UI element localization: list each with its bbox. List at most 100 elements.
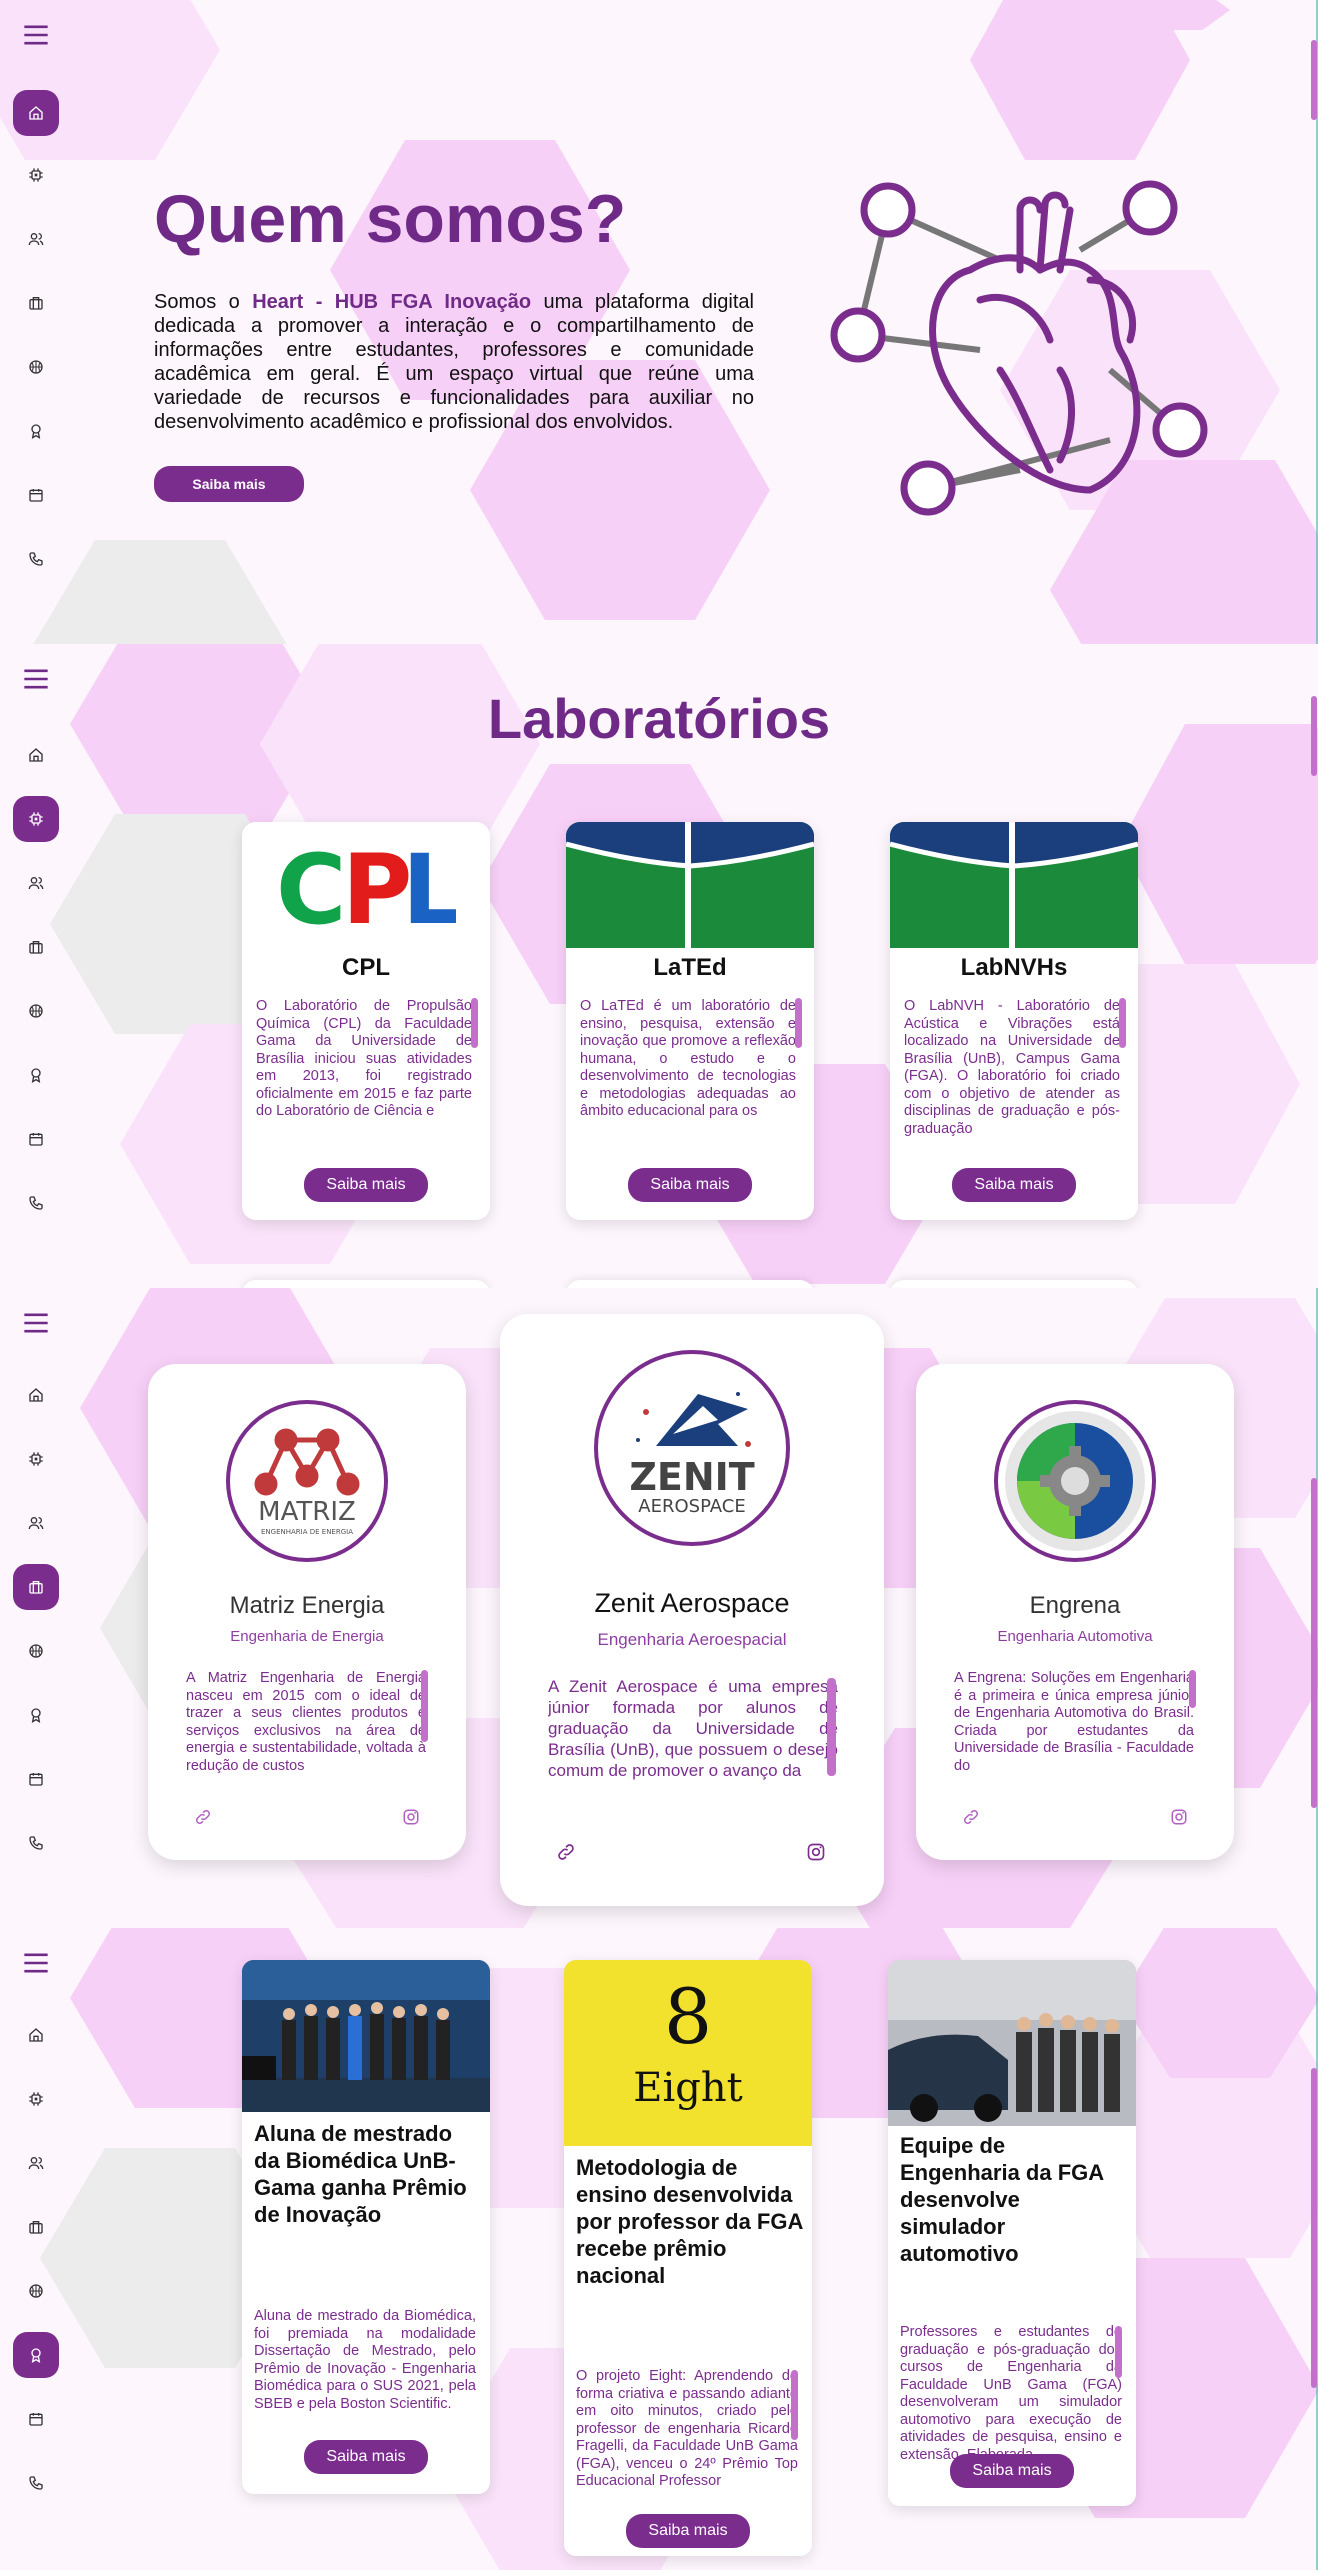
- company-description[interactable]: A Zenit Aerospace é uma empresa júnior f…: [548, 1676, 838, 1804]
- sidebar-item-sports[interactable]: [13, 1628, 59, 1674]
- text-scroll-thumb[interactable]: [421, 1670, 428, 1742]
- scrollbar[interactable]: [1310, 644, 1318, 1288]
- sidebar-item-awards[interactable]: [13, 408, 59, 454]
- lab-more-button[interactable]: Saiba mais: [952, 1168, 1076, 1202]
- sidebar-item-home[interactable]: [13, 90, 59, 136]
- menu-toggle-button[interactable]: [13, 1300, 59, 1346]
- company-description[interactable]: A Engrena: Soluções em Engenharia é a pr…: [954, 1670, 1194, 1774]
- basketball-icon: [28, 359, 44, 375]
- chip-icon: [28, 2091, 44, 2107]
- chip-icon: [28, 167, 44, 183]
- company-description[interactable]: A Matriz Engenharia de Energia nasceu em…: [186, 1670, 426, 1774]
- lab-description[interactable]: O LabNVH - Laboratório de Acústica e Vib…: [904, 998, 1120, 1138]
- text-scroll-thumb[interactable]: [471, 998, 478, 1048]
- menu-toggle-button[interactable]: [13, 1940, 59, 1986]
- eight-logo-word: Eight: [633, 2065, 743, 2111]
- sidebar-item-contact[interactable]: [13, 1180, 59, 1226]
- next-card-peek: [242, 1280, 490, 1288]
- news-more-button[interactable]: Saiba mais: [626, 2514, 750, 2548]
- text-scroll-thumb[interactable]: [1119, 998, 1126, 1048]
- unb-logo: [566, 822, 814, 948]
- sidebar-item-events[interactable]: [13, 2396, 59, 2442]
- sidebar-item-companies[interactable]: [13, 1564, 59, 1610]
- lab-description[interactable]: O LaTEd é um laboratório de ensino, pesq…: [580, 998, 796, 1138]
- sidebar-item-sports[interactable]: [13, 344, 59, 390]
- text-scroll-thumb[interactable]: [1189, 1670, 1196, 1708]
- news-description[interactable]: Professores e estudantes de graduação e …: [900, 2324, 1122, 2466]
- sidebar-item-events[interactable]: [13, 472, 59, 518]
- sidebar-item-sports[interactable]: [13, 2268, 59, 2314]
- text-scroll-thumb[interactable]: [1115, 2326, 1122, 2378]
- svg-text:C: C: [276, 835, 346, 935]
- phone-icon: [28, 1835, 44, 1851]
- sidebar-item-people[interactable]: [13, 216, 59, 262]
- chip-icon: [28, 1451, 44, 1467]
- page-title: Quem somos?: [154, 181, 627, 257]
- users-icon: [28, 1515, 44, 1531]
- calendar-icon: [28, 2411, 44, 2427]
- menu-toggle-button[interactable]: [13, 12, 59, 58]
- sidebar-item-contact[interactable]: [13, 536, 59, 582]
- company-name: Zenit Aerospace: [594, 1588, 790, 1618]
- text-scroll-thumb[interactable]: [795, 998, 802, 1048]
- award-icon: [28, 1067, 44, 1083]
- sidebar-item-people[interactable]: [13, 860, 59, 906]
- sidebar-item-home[interactable]: [13, 2012, 59, 2058]
- news-description[interactable]: O projeto Eight: Aprendendo de forma cri…: [576, 2368, 798, 2510]
- sidebar-item-companies[interactable]: [13, 2204, 59, 2250]
- link-icon[interactable]: [556, 1842, 576, 1862]
- news-more-button[interactable]: Saiba mais: [304, 2440, 428, 2474]
- instagram-icon[interactable]: [402, 1808, 420, 1826]
- text-scroll-thumb[interactable]: [791, 2370, 798, 2440]
- scroll-thumb[interactable]: [1311, 40, 1317, 120]
- scroll-thumb[interactable]: [1311, 696, 1317, 776]
- scrollbar[interactable]: [1310, 1288, 1318, 1928]
- sidebar-item-companies[interactable]: [13, 280, 59, 326]
- sidebar-item-sports[interactable]: [13, 988, 59, 1034]
- menu-toggle-button[interactable]: [13, 656, 59, 702]
- sidebar-item-events[interactable]: [13, 1756, 59, 1802]
- instagram-icon[interactable]: [806, 1842, 826, 1862]
- lab-description[interactable]: O Laboratório de Propulsão Química (CPL)…: [256, 998, 472, 1138]
- labs-title: Laboratórios: [487, 687, 831, 750]
- lab-card-lated: LaTEd O LaTEd é um laboratório de ensino…: [566, 822, 814, 1220]
- lab-more-button[interactable]: Saiba mais: [304, 1168, 428, 1202]
- news-card: Aluna de mestrado da Biomédica UnB-Gama …: [242, 1960, 490, 2494]
- sidebar-item-home[interactable]: [13, 1372, 59, 1418]
- sidebar-item-labs[interactable]: [13, 796, 59, 842]
- hex-decoration: [1120, 724, 1318, 964]
- scrollbar[interactable]: [1310, 0, 1318, 644]
- engrena-logo-mark: [1005, 1411, 1145, 1551]
- sidebar-item-labs[interactable]: [13, 152, 59, 198]
- sidebar-item-awards[interactable]: [13, 1052, 59, 1098]
- sidebar-item-events[interactable]: [13, 1116, 59, 1162]
- news-description[interactable]: Aluna de mestrado da Biomédica, foi prem…: [254, 2308, 476, 2434]
- lab-more-button[interactable]: Saiba mais: [628, 1168, 752, 1202]
- sidebar-item-people[interactable]: [13, 1500, 59, 1546]
- svg-text:L: L: [402, 835, 456, 935]
- sidebar-item-contact[interactable]: [13, 1820, 59, 1866]
- sidebar-item-labs[interactable]: [13, 1436, 59, 1482]
- sidebar-item-companies[interactable]: [13, 924, 59, 970]
- sidebar-item-labs[interactable]: [13, 2076, 59, 2122]
- award-icon: [28, 1707, 44, 1723]
- scroll-thumb[interactable]: [1311, 2068, 1317, 2388]
- scroll-thumb[interactable]: [1311, 1478, 1317, 1808]
- home-icon: [28, 2027, 44, 2043]
- about-more-button[interactable]: Saiba mais: [154, 466, 304, 502]
- home-icon: [28, 105, 44, 121]
- sidebar-item-contact[interactable]: [13, 2460, 59, 2506]
- sidebar-item-awards[interactable]: [13, 2332, 59, 2378]
- sidebar-item-people[interactable]: [13, 2140, 59, 2186]
- link-icon[interactable]: [194, 1808, 212, 1826]
- lab-card-cpl: C P L CPL O Laboratório de Propulsão Quí…: [242, 822, 490, 1220]
- lab-name: LaTEd: [653, 954, 727, 981]
- news-more-button[interactable]: Saiba mais: [950, 2454, 1074, 2488]
- instagram-icon[interactable]: [1170, 1808, 1188, 1826]
- scrollbar[interactable]: [1310, 1928, 1318, 2570]
- sidebar-item-home[interactable]: [13, 732, 59, 778]
- sidebar-item-awards[interactable]: [13, 1692, 59, 1738]
- link-icon[interactable]: [962, 1808, 980, 1826]
- text-scroll-thumb[interactable]: [827, 1678, 836, 1776]
- award-icon: [28, 2347, 44, 2363]
